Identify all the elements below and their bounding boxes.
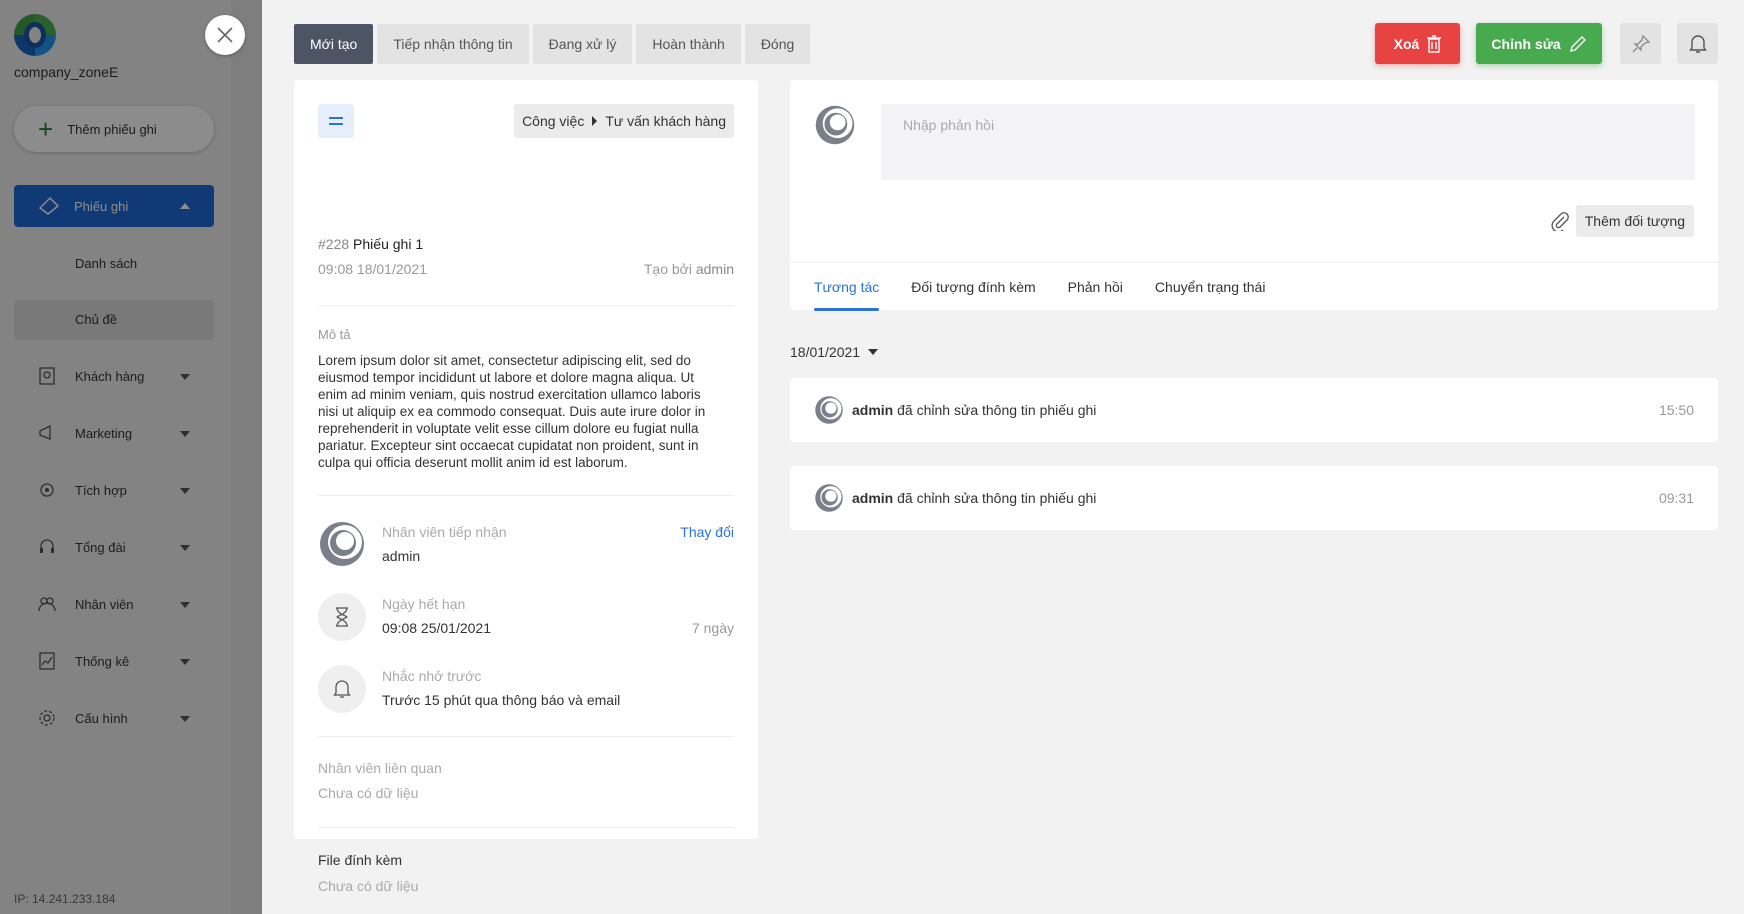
caret-down-icon xyxy=(868,349,879,355)
event-user: admin xyxy=(852,490,894,506)
reply-input[interactable] xyxy=(881,104,1695,180)
timeline-event: admin đã chỉnh sửa thông tin phiếu ghi 0… xyxy=(790,466,1718,530)
tab-interactions[interactable]: Tương tác xyxy=(814,263,880,311)
pin-button[interactable] xyxy=(1620,23,1661,64)
created-by-user: admin xyxy=(695,261,734,277)
pencil-icon xyxy=(1569,35,1586,52)
breadcrumb-item[interactable]: Công việc xyxy=(522,113,584,129)
bell-icon xyxy=(1688,34,1707,53)
divider xyxy=(318,736,734,737)
edit-label: Chỉnh sửa xyxy=(1491,35,1561,52)
breadcrumb: Công việc Tư vấn khách hàng xyxy=(514,104,734,138)
ticket-number: #228 xyxy=(318,236,350,252)
divider xyxy=(318,305,734,306)
date-group-label: 18/01/2021 xyxy=(790,344,861,360)
timeline-event: admin đã chỉnh sửa thông tin phiếu ghi 1… xyxy=(790,378,1718,442)
tab-attached-objects[interactable]: Đối tượng đính kèm xyxy=(911,263,1035,311)
add-object-button[interactable]: Thêm đối tượng xyxy=(1575,205,1694,237)
paperclip-icon[interactable] xyxy=(1551,211,1569,231)
status-tab-received[interactable]: Tiếp nhận thông tin xyxy=(377,24,529,64)
event-action: đã chỉnh sửa thông tin phiếu ghi xyxy=(897,490,1097,506)
reminder-label: Nhắc nhở trước xyxy=(382,668,482,684)
description-label: Mô tả xyxy=(318,327,351,342)
created-time: 09:08 18/01/2021 xyxy=(318,261,427,277)
status-tab-done[interactable]: Hoàn thành xyxy=(636,24,741,64)
modal-backdrop[interactable] xyxy=(0,0,262,914)
attachments-empty: Chưa có dữ liệu xyxy=(318,878,419,894)
status-tab-processing[interactable]: Đang xử lý xyxy=(532,24,633,64)
divider xyxy=(318,495,734,496)
change-assignee-link[interactable]: Thay đổi xyxy=(680,524,734,540)
status-tab-closed[interactable]: Đóng xyxy=(744,24,811,64)
date-group-toggle[interactable]: 18/01/2021 xyxy=(790,344,879,360)
breadcrumb-item[interactable]: Tư vấn khách hàng xyxy=(605,113,726,129)
created-by-label: Tạo bởi xyxy=(643,261,692,277)
assignee-value: admin xyxy=(382,548,421,564)
divider xyxy=(318,827,734,828)
event-user: admin xyxy=(852,402,894,418)
avatar xyxy=(318,520,366,568)
related-staff-empty: Chưa có dữ liệu xyxy=(318,785,419,801)
pin-icon xyxy=(1632,34,1650,52)
delete-label: Xoá xyxy=(1393,35,1420,52)
interaction-tabs: Tương tác Đối tượng đính kèm Phản hồi Ch… xyxy=(790,262,1718,311)
edit-button[interactable]: Chỉnh sửa xyxy=(1476,23,1602,64)
ticket-name: Phiếu ghi 1 xyxy=(353,236,424,252)
notification-button[interactable] xyxy=(1677,23,1718,64)
event-text: admin đã chỉnh sửa thông tin phiếu ghi xyxy=(852,402,1096,418)
due-remaining: 7 ngày xyxy=(691,620,734,636)
close-button[interactable] xyxy=(205,15,245,55)
caret-right-icon xyxy=(592,116,598,126)
event-time: 15:50 xyxy=(1658,402,1694,418)
event-time: 09:31 xyxy=(1658,490,1694,506)
event-action: đã chỉnh sửa thông tin phiếu ghi xyxy=(897,402,1097,418)
reply-card: Thêm đối tượng Tương tác Đối tượng đính … xyxy=(790,80,1718,311)
assignee-label: Nhân viên tiếp nhận xyxy=(382,524,507,540)
ticket-detail-panel: Mới tạo Tiếp nhận thông tin Đang xử lý H… xyxy=(262,0,1744,914)
ticket-info-card: Công việc Tư vấn khách hàng #228 Phiếu g… xyxy=(294,80,758,894)
status-tabs: Mới tạo Tiếp nhận thông tin Đang xử lý H… xyxy=(294,24,811,64)
attachments-label: File đính kèm xyxy=(318,852,403,868)
due-value: 09:08 25/01/2021 xyxy=(382,620,491,636)
trash-icon xyxy=(1427,34,1442,53)
menu-icon[interactable] xyxy=(318,104,354,138)
ticket-title: #228 Phiếu ghi 1 xyxy=(318,236,423,252)
reminder-bell-icon xyxy=(318,665,366,713)
user-avatar-icon xyxy=(815,396,843,424)
avatar-logo-icon xyxy=(320,522,364,566)
user-avatar-icon xyxy=(815,484,843,512)
created-by: Tạo bởi admin xyxy=(644,261,734,277)
tab-status-changes[interactable]: Chuyển trạng thái xyxy=(1155,263,1266,311)
delete-button[interactable]: Xoá xyxy=(1375,23,1460,64)
description-text: Lorem ipsum dolor sit amet, consectetur … xyxy=(318,353,706,470)
close-icon xyxy=(217,27,233,43)
hourglass-icon xyxy=(318,593,366,641)
tab-replies[interactable]: Phản hồi xyxy=(1068,263,1123,311)
reminder-value: Trước 15 phút qua thông báo và email xyxy=(382,692,621,708)
event-text: admin đã chỉnh sửa thông tin phiếu ghi xyxy=(852,490,1096,506)
due-label: Ngày hết hạn xyxy=(382,596,466,612)
status-tab-new[interactable]: Mới tạo xyxy=(294,24,374,64)
related-staff-label: Nhân viên liên quan xyxy=(318,760,442,776)
user-avatar-icon xyxy=(815,105,855,145)
